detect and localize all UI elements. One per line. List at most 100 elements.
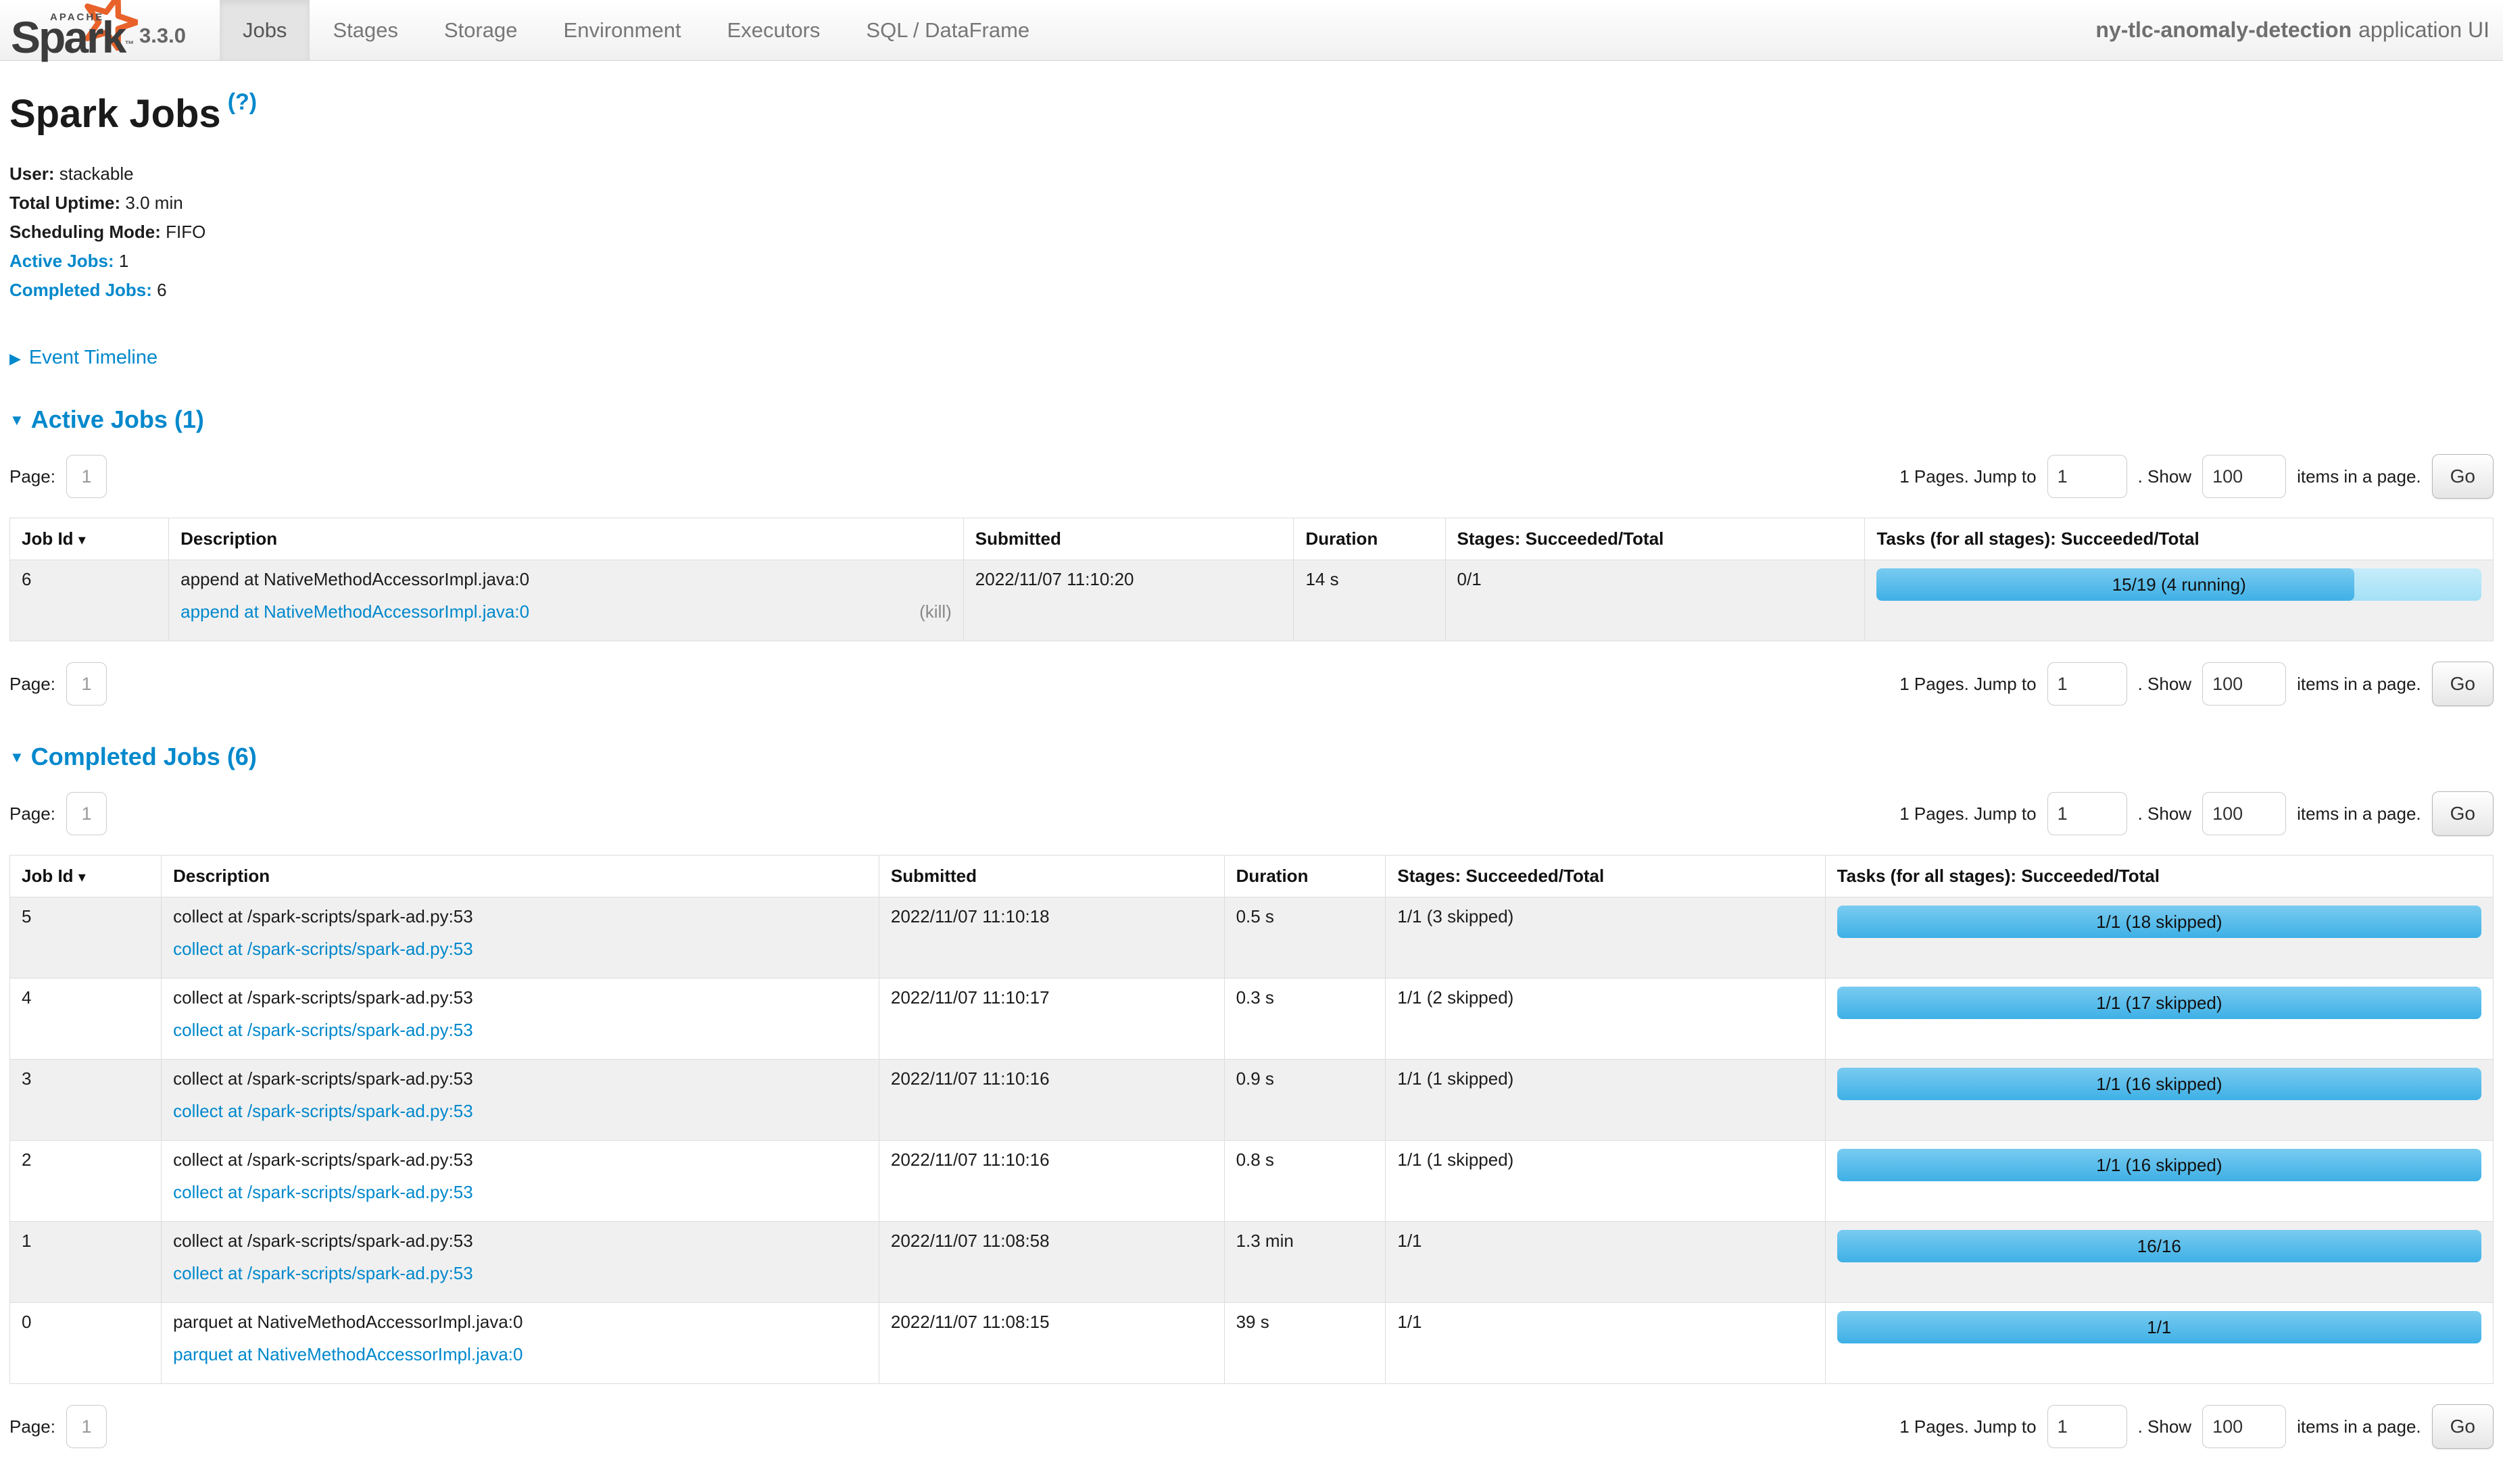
column-stages[interactable]: Stages: Succeeded/Total [1386,856,1825,897]
go-button[interactable]: Go [2432,454,2494,499]
job-description-link[interactable]: append at NativeMethodAccessorImpl.java:… [180,601,529,622]
column-description[interactable]: Description [169,518,964,560]
go-button[interactable]: Go [2432,791,2494,836]
table-header-row: Job Id ▾ Description Submitted Duration … [10,518,2494,560]
go-button[interactable]: Go [2432,1404,2494,1449]
completed-jobs-section-header[interactable]: ▼Completed Jobs (6) [9,743,2494,771]
page-label: Page: [9,1416,55,1437]
kill-job-link[interactable]: (kill) [919,601,952,622]
column-job-id[interactable]: Job Id ▾ [10,856,162,897]
page-label: Page: [9,674,55,695]
summary-scheduling-label: Scheduling Mode: [9,222,161,242]
tasks-cell: 1/1 (16 skipped) [1825,1141,2493,1222]
page-label: Page: [9,803,55,824]
items-in-page-text: items in a page. [2297,803,2421,824]
column-tasks[interactable]: Tasks (for all stages): Succeeded/Total [1825,856,2493,897]
column-stages[interactable]: Stages: Succeeded/Total [1445,518,1865,560]
page-number-input[interactable] [66,662,107,706]
duration-cell: 0.5 s [1224,897,1386,979]
column-job-id[interactable]: Job Id ▾ [10,518,169,560]
tab-environment[interactable]: Environment [541,0,704,60]
column-submitted[interactable]: Submitted [879,856,1224,897]
tasks-cell: 15/19 (4 running) [1865,560,2494,641]
job-description-text: collect at /spark-scripts/spark-ad.py:53 [173,906,867,927]
jump-to-page-input[interactable] [2047,1405,2127,1448]
column-tasks[interactable]: Tasks (for all stages): Succeeded/Total [1865,518,2494,560]
stages-cell: 1/1 [1386,1222,1825,1303]
tasks-progress-label: 16/16 [1837,1230,2481,1262]
tasks-progress-bar: 1/1 (16 skipped) [1837,1149,2481,1181]
job-id-cell: 3 [10,1060,162,1141]
duration-cell: 0.3 s [1224,979,1386,1060]
job-description-link[interactable]: collect at /spark-scripts/spark-ad.py:53 [173,1263,473,1284]
tab-jobs[interactable]: Jobs [220,0,310,60]
tab-stages[interactable]: Stages [310,0,421,60]
spark-logo: APACHE Spark™ [11,2,127,56]
active-jobs-section-header[interactable]: ▼Active Jobs (1) [9,405,2494,434]
tab-storage[interactable]: Storage [421,0,541,60]
spark-logo-link[interactable]: APACHE Spark™ 3.3.0 [0,0,202,60]
column-description[interactable]: Description [162,856,879,897]
items-per-page-input[interactable] [2202,792,2286,835]
column-submitted[interactable]: Submitted [963,518,1294,560]
column-duration[interactable]: Duration [1294,518,1445,560]
items-in-page-text: items in a page. [2297,674,2421,695]
job-description-link[interactable]: parquet at NativeMethodAccessorImpl.java… [173,1344,523,1365]
show-text: . Show [2138,466,2192,487]
summary-active-jobs: Active Jobs: 1 [9,247,2494,276]
stages-cell: 1/1 [1386,1303,1825,1384]
items-per-page-input[interactable] [2202,455,2286,498]
duration-cell: 0.9 s [1224,1060,1386,1141]
summary-uptime-label: Total Uptime: [9,193,120,213]
job-description-link[interactable]: collect at /spark-scripts/spark-ad.py:53 [173,1182,473,1203]
jump-to-page-input[interactable] [2047,662,2127,706]
summary-uptime-value: 3.0 min [125,193,183,213]
trademark: ™ [124,39,134,49]
items-per-page-input[interactable] [2202,662,2286,706]
jump-to-page-input[interactable] [2047,455,2127,498]
active-jobs-table: Job Id ▾ Description Submitted Duration … [9,518,2494,641]
job-description-link[interactable]: collect at /spark-scripts/spark-ad.py:53 [173,939,473,960]
completed-job-row: 0 parquet at NativeMethodAccessorImpl.ja… [10,1303,2494,1384]
sort-desc-icon: ▾ [78,531,86,548]
tab-executors[interactable]: Executors [704,0,844,60]
summary-uptime: Total Uptime: 3.0 min [9,189,2494,218]
description-cell: collect at /spark-scripts/spark-ad.py:53… [162,979,879,1060]
completed-jobs-pagination-top: Page: 1 Pages. Jump to . Show items in a… [9,791,2494,836]
page-label: Page: [9,466,55,487]
go-button[interactable]: Go [2432,662,2494,706]
job-description-link[interactable]: collect at /spark-scripts/spark-ad.py:53 [173,1101,473,1122]
job-description-text: append at NativeMethodAccessorImpl.java:… [180,569,952,590]
summary-scheduling-value: FIFO [166,222,205,242]
tasks-cell: 1/1 [1825,1303,2493,1384]
job-description-text: collect at /spark-scripts/spark-ad.py:53 [173,987,867,1008]
summary-user-label: User: [9,164,54,184]
help-tooltip-link[interactable]: (?) [228,89,257,115]
jump-to-page-input[interactable] [2047,792,2127,835]
event-timeline-toggle[interactable]: ▶Event Timeline [9,347,2494,369]
page-number-input[interactable] [66,455,107,498]
completed-jobs-pagination-bottom: Page: 1 Pages. Jump to . Show items in a… [9,1404,2494,1449]
items-per-page-input[interactable] [2202,1405,2286,1448]
event-timeline-label: Event Timeline [29,347,157,368]
tasks-progress-bar: 1/1 (17 skipped) [1837,987,2481,1019]
job-description-text: collect at /spark-scripts/spark-ad.py:53 [173,1068,867,1089]
tasks-progress-bar: 1/1 (18 skipped) [1837,906,2481,938]
stages-cell: 1/1 (1 skipped) [1386,1141,1825,1222]
application-name: ny-tlc-anomaly-detection [2095,18,2352,43]
show-text: . Show [2138,674,2192,695]
job-description-link[interactable]: collect at /spark-scripts/spark-ad.py:53 [173,1020,473,1041]
active-jobs-link[interactable]: Active Jobs: [9,251,114,271]
description-cell: collect at /spark-scripts/spark-ad.py:53… [162,1060,879,1141]
page-number-input[interactable] [66,792,107,835]
completed-job-row: 1 collect at /spark-scripts/spark-ad.py:… [10,1222,2494,1303]
job-id-cell: 1 [10,1222,162,1303]
completed-jobs-link[interactable]: Completed Jobs: [9,280,152,300]
tasks-progress-label: 1/1 (16 skipped) [1837,1068,2481,1100]
stages-cell: 0/1 [1445,560,1865,641]
page-number-input[interactable] [66,1405,107,1448]
tab-sql-dataframe[interactable]: SQL / DataFrame [843,0,1052,60]
arrow-down-icon: ▼ [9,749,24,766]
column-duration[interactable]: Duration [1224,856,1386,897]
job-summary-list: User: stackable Total Uptime: 3.0 min Sc… [9,159,2494,305]
